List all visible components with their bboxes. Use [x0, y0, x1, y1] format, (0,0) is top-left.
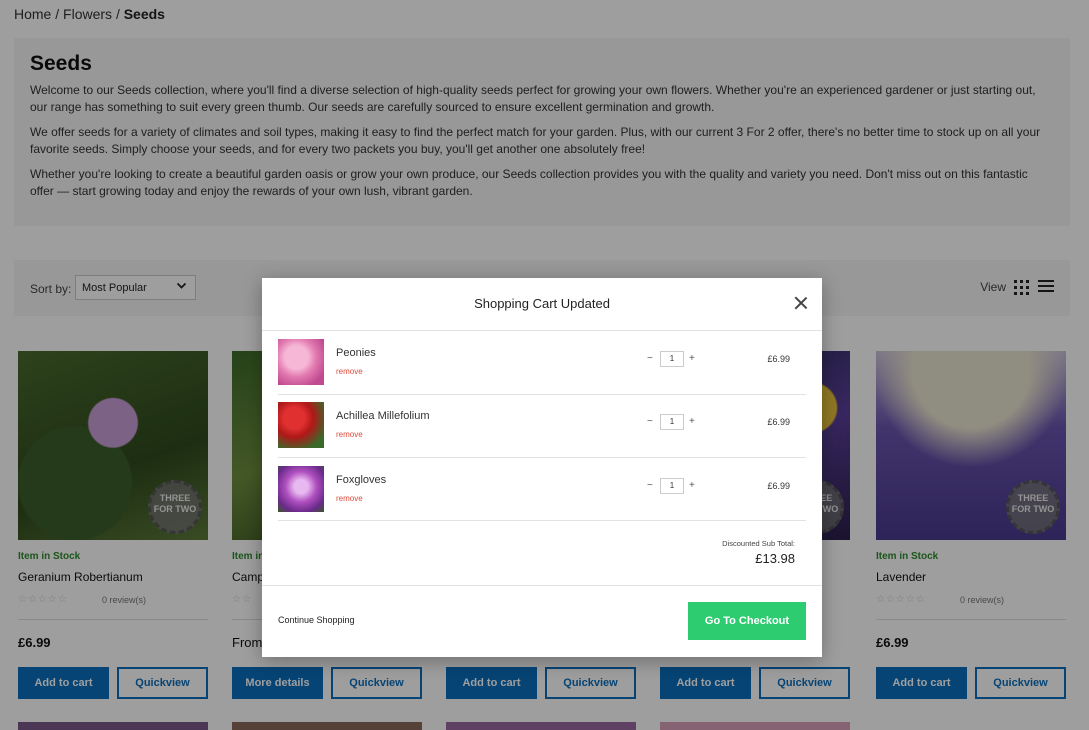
divider — [278, 520, 806, 521]
item-thumbnail — [278, 466, 324, 512]
quantity-input[interactable]: 1 — [660, 351, 684, 367]
quantity-input[interactable]: 1 — [660, 414, 684, 430]
item-name: Foxgloves — [336, 474, 387, 486]
remove-link[interactable]: remove — [336, 430, 363, 439]
increase-qty-button[interactable]: + — [689, 416, 695, 427]
increase-qty-button[interactable]: + — [689, 480, 695, 491]
item-price: £6.99 — [767, 417, 790, 427]
item-name: Peonies — [336, 347, 376, 359]
cart-item: Foxgloves remove − 1 + £6.99 — [278, 458, 806, 521]
checkout-button[interactable]: Go To Checkout — [688, 602, 806, 640]
subtotal-label: Discounted Sub Total: — [722, 539, 795, 548]
modal-title: Shopping Cart Updated — [474, 296, 610, 311]
item-price: £6.99 — [767, 354, 790, 364]
decrease-qty-button[interactable]: − — [647, 353, 653, 364]
item-price: £6.99 — [767, 481, 790, 491]
item-name: Achillea Millefolium — [336, 410, 430, 422]
item-thumbnail — [278, 339, 324, 385]
quantity-input[interactable]: 1 — [660, 478, 684, 494]
cart-item: Peonies remove − 1 + £6.99 — [278, 331, 806, 394]
remove-link[interactable]: remove — [336, 367, 363, 376]
subtotal-value: £13.98 — [755, 551, 795, 566]
remove-link[interactable]: remove — [336, 494, 363, 503]
decrease-qty-button[interactable]: − — [647, 480, 653, 491]
decrease-qty-button[interactable]: − — [647, 416, 653, 427]
divider — [262, 585, 822, 586]
increase-qty-button[interactable]: + — [689, 353, 695, 364]
cart-updated-modal: Shopping Cart Updated Peonies remove − 1… — [262, 278, 822, 657]
close-icon[interactable] — [794, 296, 808, 310]
item-thumbnail — [278, 402, 324, 448]
continue-shopping-link[interactable]: Continue Shopping — [278, 615, 355, 625]
cart-item: Achillea Millefolium remove − 1 + £6.99 — [278, 394, 806, 457]
